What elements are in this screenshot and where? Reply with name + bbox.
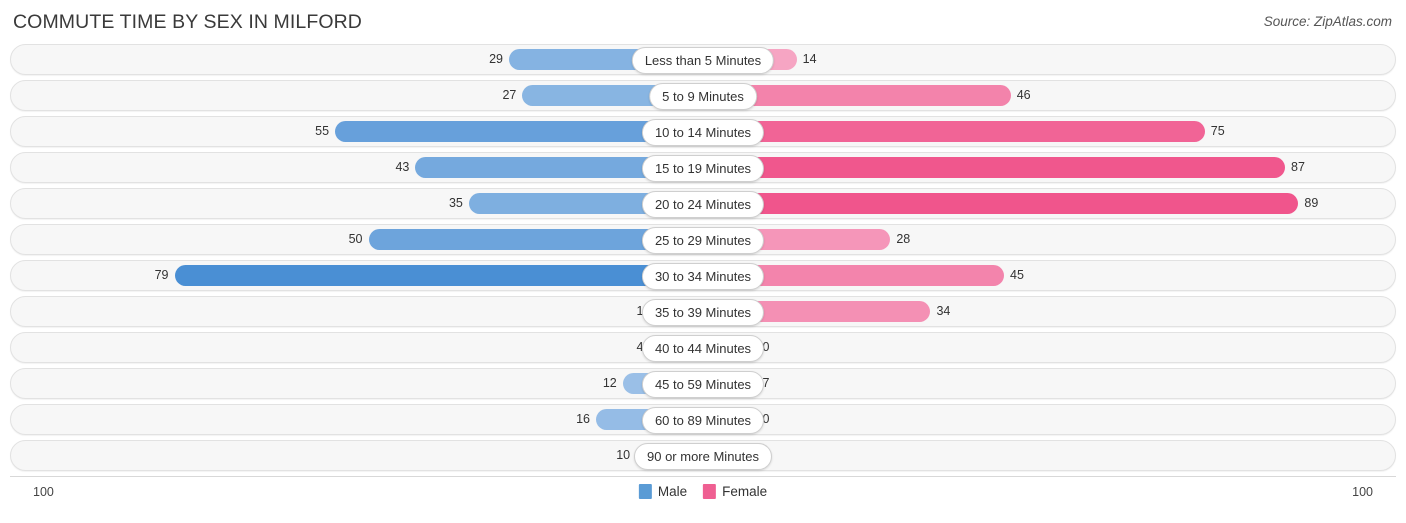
chart-row: 16 0 60 to 89 Minutes [10,404,1396,435]
chart-plot-area: 29 14 Less than 5 Minutes 27 46 5 to 9 Minute… [10,44,1396,476]
axis-max-left: 100 [33,485,54,499]
chart-legend: Male Female [638,484,767,499]
category-label: 10 to 14 Minutes [641,119,765,146]
category-label: 20 to 24 Minutes [641,191,765,218]
chart-row: 4 0 40 to 44 Minutes [10,332,1396,363]
chart-row-track: 16 0 60 to 89 Minutes [34,405,1372,434]
bar-value-female: 14 [802,52,817,66]
bar-value-female: 75 [1210,124,1225,138]
category-label: 90 or more Minutes [634,443,772,470]
bar-value-male: 79 [154,268,169,282]
chart-row: 1 34 35 to 39 Minutes [10,296,1396,327]
chart-row: 43 87 15 to 19 Minutes [10,152,1396,183]
chart-row-track: 79 45 30 to 34 Minutes [34,261,1372,290]
bar-female [703,157,1286,178]
chart-row-track: 10 790 or more Minutes [34,441,1372,470]
category-label: 5 to 9 Minutes [649,83,757,110]
bar-female [703,193,1299,214]
chart-row: 79 45 30 to 34 Minutes [10,260,1396,291]
chart-header: COMMUTE TIME BY SEX IN MILFORD Source: Z… [0,0,1406,44]
bar-value-female: 46 [1016,88,1031,102]
bar-value-female: 45 [1010,268,1024,282]
bar-value-female: 28 [896,232,911,246]
chart-row: 29 14 Less than 5 Minutes [10,44,1396,75]
chart-row-track: 43 87 15 to 19 Minutes [34,153,1372,182]
chart-row: 35 89 20 to 24 Minutes [10,188,1396,219]
bar-value-male: 16 [576,412,590,426]
category-label: 45 to 59 Minutes [641,371,765,398]
category-label: 35 to 39 Minutes [641,299,765,326]
bar-value-male: 35 [448,196,463,210]
bar-value-female: 7 [762,376,770,390]
bar-value-male: 50 [348,232,363,246]
category-label: 60 to 89 Minutes [641,407,765,434]
bar-female [703,121,1205,142]
chart-footer: 100 Male Female 100 [10,476,1396,515]
bar-value-male: 4 [636,340,644,354]
legend-swatch-icon [638,484,652,499]
bar-value-female: 89 [1304,196,1319,210]
chart-row-track: 35 89 20 to 24 Minutes [34,189,1372,218]
bar-value-female: 34 [936,304,951,318]
legend-item-female[interactable]: Female [703,484,767,499]
bar-value-female: 7 [757,445,1372,466]
page-title: COMMUTE TIME BY SEX IN MILFORD [13,11,362,33]
bar-value-female: 0 [762,412,770,426]
chart-row: 55 75 10 to 14 Minutes [10,116,1396,147]
category-label: Less than 5 Minutes [631,47,775,74]
bar-value-female: 87 [1291,160,1305,174]
bar-value-male: 55 [315,124,330,138]
bar-value-male: 27 [502,88,517,102]
bar-value-male: 10 [616,448,631,462]
chart-row-track: 4 0 40 to 44 Minutes [34,333,1372,362]
chart-row: 50 28 25 to 29 Minutes [10,224,1396,255]
category-label: 25 to 29 Minutes [641,227,765,254]
category-label: 30 to 34 Minutes [641,263,765,290]
chart-row: 10 790 or more Minutes [10,440,1396,471]
chart-row-track: 55 75 10 to 14 Minutes [34,117,1372,146]
axis-max-right: 100 [1352,485,1373,499]
bar-value-male: 1 [636,304,644,318]
legend-swatch-icon [703,484,717,499]
chart-row-track: 1 34 35 to 39 Minutes [34,297,1372,326]
category-label: 15 to 19 Minutes [641,155,765,182]
category-label: 40 to 44 Minutes [641,335,765,362]
chart-row: 12 7 45 to 59 Minutes [10,368,1396,399]
bar-value-female: 0 [762,340,770,354]
chart-row-track: 29 14 Less than 5 Minutes [34,45,1372,74]
bar-value-male: 43 [395,160,410,174]
source-attribution: Source: ZipAtlas.com [1263,14,1392,29]
legend-label: Male [657,484,688,499]
chart-row-track: 27 46 5 to 9 Minutes [34,81,1372,110]
chart-row-track: 50 28 25 to 29 Minutes [34,225,1372,254]
chart-row: 27 46 5 to 9 Minutes [10,80,1396,111]
bar-male [174,265,703,286]
chart-row-track: 12 7 45 to 59 Minutes [34,369,1372,398]
legend-label: Female [722,484,768,499]
bar-value-male: 29 [489,52,503,66]
legend-item-male[interactable]: Male [638,484,688,499]
bar-value-male: 12 [602,376,617,390]
